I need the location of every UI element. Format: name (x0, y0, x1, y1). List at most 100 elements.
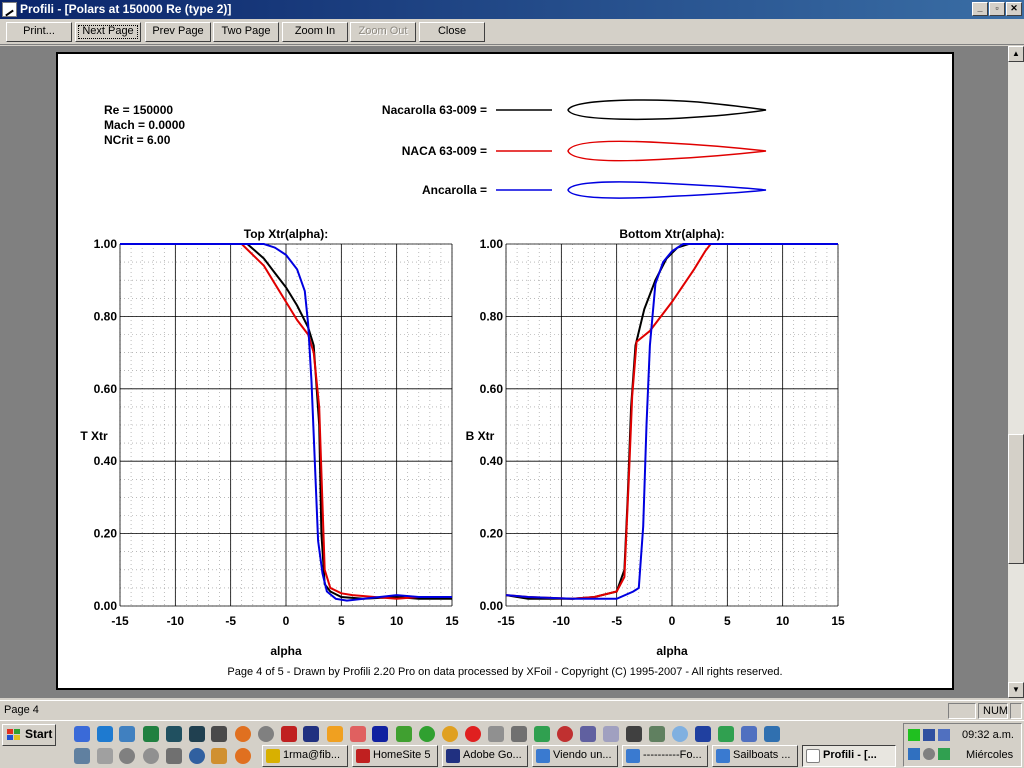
tray-vc-icon[interactable] (938, 748, 950, 760)
quick-launch-black-icon[interactable] (626, 726, 642, 742)
preview-area: Re = 150000 Mach = 0.0000 NCrit = 6.00 N… (0, 46, 1008, 698)
task-button-adobe[interactable]: Adobe Go... (442, 745, 528, 767)
x-tick-label: -10 (167, 614, 185, 628)
quick-launch-orange-icon[interactable] (442, 726, 458, 742)
quick-launch-paint-icon[interactable] (327, 726, 343, 742)
quick-launch-gear-icon[interactable] (488, 726, 504, 742)
quick-launch-disc-icon[interactable] (258, 726, 274, 742)
close-window-button[interactable]: ✕ (1006, 2, 1022, 16)
quick-launch-leaf-icon[interactable] (396, 726, 412, 742)
print-button[interactable]: Print... (6, 22, 72, 42)
tray-disc-icon[interactable] (923, 748, 935, 760)
quick-launch-flash-icon[interactable] (465, 726, 481, 742)
minimize-button[interactable]: _ (972, 2, 988, 16)
quick-launch-vc-icon[interactable] (741, 726, 757, 742)
taskbar-clock[interactable]: 09:32 a.m. (962, 729, 1014, 741)
legend-label-nacarolla: Nacarolla 63-009 = (382, 103, 487, 117)
vertical-scrollbar[interactable]: ▲ ▼ (1008, 46, 1024, 698)
start-button[interactable]: Start (2, 724, 56, 746)
quick-launch-chat-icon[interactable] (764, 726, 780, 742)
y-tick-label: 0.80 (480, 309, 504, 323)
quick-launch-outlook-icon[interactable] (119, 726, 135, 742)
quick-launch-cd2-icon[interactable] (143, 748, 159, 764)
start-label: Start (25, 727, 53, 741)
quick-launch-firefox2-icon[interactable] (235, 748, 251, 764)
reynolds-number: Re = 150000 (104, 103, 173, 117)
task-ie-icon (716, 749, 730, 763)
quick-launch-firefox-icon[interactable] (235, 726, 251, 742)
quick-launch-editor-icon[interactable] (372, 726, 388, 742)
task-button-forum[interactable]: ----------Fo... (622, 745, 708, 767)
print-preview-toolbar: Print... Next Page Prev Page Two Page Zo… (0, 19, 1024, 45)
quick-launch-pdf-icon[interactable] (350, 726, 366, 742)
quick-launch-blue-icon[interactable] (695, 726, 711, 742)
status-bar: Page 4 NUM (0, 700, 1024, 720)
tray-network-icon[interactable] (923, 729, 935, 741)
top-xtr-chart: -15 -10 -5 0 5 10 15 0.00 0.20 0.40 0.60 0.80 1.00 (94, 237, 459, 628)
restore-button[interactable]: ▫ (989, 2, 1005, 16)
zoom-in-button[interactable]: Zoom In (282, 22, 348, 42)
x-tick-label: -15 (111, 614, 129, 628)
task-label: Profili - [... (823, 749, 877, 761)
prev-page-button[interactable]: Prev Page (145, 22, 211, 42)
quick-launch-app-icon[interactable] (143, 726, 159, 742)
task-button-profili[interactable]: Profili - [... (802, 745, 896, 767)
quick-launch-green2-icon[interactable] (718, 726, 734, 742)
zoom-out-button: Zoom Out (350, 22, 416, 42)
top-xtr-x-axis-label: alpha (270, 644, 302, 658)
quick-launch-netscape-icon[interactable] (166, 726, 182, 742)
quick-launch-pp-icon[interactable] (580, 726, 596, 742)
quick-launch-folder-icon[interactable] (211, 748, 227, 764)
bottom-xtr-chart-title: Bottom Xtr(alpha): (619, 227, 724, 241)
quick-launch-settings-icon[interactable] (603, 726, 619, 742)
profili-app-icon[interactable] (2, 2, 17, 17)
quick-launch-tool2-icon[interactable] (511, 726, 527, 742)
task-button-email[interactable]: 1rma@fib... (262, 745, 348, 767)
quick-launch-acrobat-icon[interactable] (281, 726, 297, 742)
bottom-xtr-x-axis-label: alpha (656, 644, 688, 658)
tray-monitor-icon[interactable] (938, 729, 950, 741)
scroll-thumb[interactable] (1008, 434, 1024, 564)
quick-launch-cd-icon[interactable] (119, 748, 135, 764)
scroll-down-arrow-icon[interactable]: ▼ (1008, 682, 1024, 698)
next-page-button[interactable]: Next Page (75, 22, 141, 42)
quick-launch-green-icon[interactable] (419, 726, 435, 742)
quick-launch-cog-icon[interactable] (649, 726, 665, 742)
quick-launch-disk-icon[interactable] (97, 748, 113, 764)
quick-launch-pin-icon[interactable] (189, 748, 205, 764)
quick-launch-notes-icon[interactable] (189, 726, 205, 742)
two-page-button[interactable]: Two Page (213, 22, 279, 42)
task-button-homesite[interactable]: HomeSite 5 (352, 745, 438, 767)
y-tick-label: 0.20 (480, 527, 504, 541)
close-preview-button[interactable]: Close (419, 22, 485, 42)
scroll-up-arrow-icon[interactable]: ▲ (1008, 46, 1024, 62)
x-tick-label: 10 (390, 614, 404, 628)
taskbar: Start 1rma@fib... HomeSite 5 Adobe Go...… (0, 720, 1024, 768)
quick-launch-ie-icon[interactable] (74, 726, 90, 742)
task-button-sailboats[interactable]: Sailboats ... (712, 745, 798, 767)
quick-launch-chrome-icon[interactable] (557, 726, 573, 742)
task-ie-icon (536, 749, 550, 763)
tray-users-icon[interactable] (908, 748, 920, 760)
system-tray: 09:32 a.m. Miércoles (903, 723, 1022, 767)
quick-launch-user-icon[interactable] (166, 748, 182, 764)
quick-launch-browser-icon[interactable] (97, 726, 113, 742)
quick-launch-tool-icon[interactable] (211, 726, 227, 742)
quick-launch-tool3-icon[interactable] (534, 726, 550, 742)
task-homesite-icon (356, 749, 370, 763)
x-tick-label: -5 (611, 614, 622, 628)
quick-launch-star-icon[interactable] (303, 726, 319, 742)
task-email-icon (266, 749, 280, 763)
task-label: Adobe Go... (463, 749, 522, 761)
task-button-viendo[interactable]: Viendo un... (532, 745, 618, 767)
tray-status-icon[interactable] (908, 729, 920, 741)
y-tick-label: 0.20 (94, 527, 118, 541)
quick-launch-globe-icon[interactable] (672, 726, 688, 742)
taskbar-day: Miércoles (966, 749, 1014, 761)
status-page-indicator: Page 4 (4, 704, 39, 716)
task-label: Viendo un... (553, 749, 612, 761)
x-tick-label: -10 (553, 614, 571, 628)
legend-label-ancarolla: Ancarolla = (422, 183, 487, 197)
x-tick-label: 15 (831, 614, 845, 628)
quick-launch-net-icon[interactable] (74, 748, 90, 764)
